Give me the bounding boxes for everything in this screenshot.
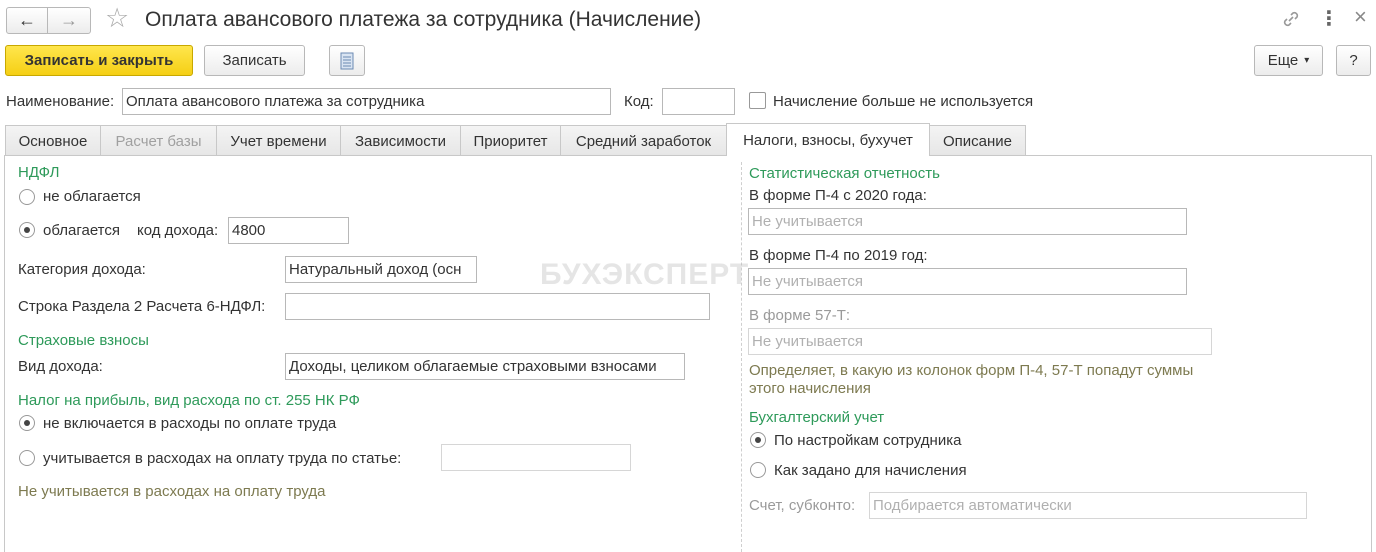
name-input[interactable]: Оплата авансового платежа за сотрудника [122, 88, 611, 115]
tab-priority[interactable]: Приоритет [460, 125, 561, 156]
profit-not-included-label: не включается в расходы по оплате труда [43, 415, 337, 432]
acc-as-set-radio[interactable] [750, 462, 766, 478]
income-type-field[interactable]: Доходы, целиком облагаемые страховыми вз… [285, 353, 685, 380]
accounting-section-title: Бухгалтерский учет [749, 409, 885, 426]
profit-article-field[interactable]: ▼ [441, 444, 631, 471]
back-button[interactable]: ← [6, 7, 48, 34]
income-category-dropdown[interactable]: ▼ [476, 256, 477, 283]
unused-checkbox[interactable] [749, 92, 766, 109]
tab-base-calc[interactable]: Расчет базы [100, 125, 217, 156]
account-dropdown[interactable]: ▼ [1306, 492, 1307, 519]
p4-2020-field[interactable]: Не учитывается ▼ × [748, 208, 1187, 235]
profit-article-dropdown[interactable]: ▼ [630, 444, 631, 471]
help-button[interactable]: ? [1336, 45, 1371, 76]
profit-tax-section-title: Налог на прибыль, вид расхода по ст. 255… [18, 392, 360, 409]
code-input[interactable] [662, 88, 735, 115]
income-code-field[interactable]: 4800 ▼ [228, 217, 349, 244]
acc-as-set-label: Как задано для начисления [774, 462, 967, 479]
tab-dependencies[interactable]: Зависимости [340, 125, 461, 156]
tab-description[interactable]: Описание [929, 125, 1026, 156]
p4-2019-field[interactable]: Не учитывается ▼ × [748, 268, 1187, 295]
ndfl-taxed-label: облагается [43, 222, 121, 239]
p4-2020-dropdown[interactable]: ▼ [1186, 208, 1187, 235]
more-button-label: Еще [1267, 52, 1299, 69]
row-6ndfl-label: Строка Раздела 2 Расчета 6-НДФЛ: [18, 298, 266, 315]
stat-hint: Определяет, в какую из колонок форм П-4,… [749, 362, 1194, 397]
ndfl-not-taxed-label: не облагается [43, 188, 141, 205]
account-field[interactable]: Подбирается автоматически ▼ [869, 492, 1307, 519]
income-type-label: Вид дохода: [18, 358, 103, 375]
acc-by-employee-label: По настройкам сотрудника [774, 432, 962, 449]
ndfl-not-taxed-radio[interactable] [19, 189, 35, 205]
window-title: Оплата авансового платежа за сотрудника … [145, 8, 702, 31]
profit-hint: Не учитывается в расходах на оплату труд… [18, 483, 326, 500]
income-type-dropdown[interactable]: ▼ [684, 353, 685, 380]
close-icon[interactable]: × [1354, 4, 1367, 30]
f57t-dropdown[interactable]: ▼ [1211, 328, 1212, 355]
column-divider [741, 162, 742, 552]
income-category-field[interactable]: Натуральный доход (осн ▼ [285, 256, 477, 283]
tab-main[interactable]: Основное [5, 125, 101, 156]
f57t-label: В форме 57-Т: [749, 307, 851, 324]
account-label: Счет, субконто: [749, 497, 856, 514]
more-button[interactable]: Еще ▾ [1254, 45, 1323, 76]
income-category-label: Категория дохода: [18, 261, 146, 278]
link-icon[interactable] [1281, 9, 1301, 29]
income-type-value: Доходы, целиком облагаемые страховыми вз… [289, 358, 657, 375]
name-label: Наименование: [6, 93, 115, 110]
p4-2019-dropdown[interactable]: ▼ [1186, 268, 1187, 295]
account-placeholder: Подбирается автоматически [873, 497, 1072, 514]
p4-2020-label: В форме П-4 с 2020 года: [749, 187, 927, 204]
save-and-close-button[interactable]: Записать и закрыть [5, 45, 193, 76]
p4-2019-label: В форме П-4 по 2019 год: [749, 247, 928, 264]
more-actions-icon[interactable]: ⋮ [1319, 6, 1339, 31]
row-6ndfl-dropdown[interactable]: ▼ [709, 293, 710, 320]
tab-taxes[interactable]: Налоги, взносы, бухучет [726, 123, 930, 156]
ndfl-section-title: НДФЛ [18, 164, 60, 181]
p4-2020-placeholder: Не учитывается [752, 213, 863, 230]
chevron-down-icon: ▾ [1304, 55, 1310, 66]
profit-included-label: учитывается в расходах на оплату труда п… [43, 450, 402, 467]
profit-included-radio[interactable] [19, 450, 35, 466]
acc-by-employee-radio[interactable] [750, 432, 766, 448]
tab-average-earnings[interactable]: Средний заработок [560, 125, 727, 156]
unused-label: Начисление больше не используется [773, 93, 1034, 110]
stat-section-title: Статистическая отчетность [749, 165, 940, 182]
report-list-button[interactable] [329, 45, 365, 76]
profit-not-included-radio[interactable] [19, 415, 35, 431]
f57t-field[interactable]: Не учитывается ▼ [748, 328, 1212, 355]
document-list-icon [340, 52, 354, 69]
favorite-star-icon[interactable]: ☆ [105, 3, 129, 33]
insurance-section-title: Страховые взносы [18, 332, 149, 349]
forward-button[interactable]: → [47, 7, 91, 34]
code-label: Код: [624, 93, 654, 110]
income-category-value: Натуральный доход (осн [289, 261, 462, 278]
income-code-value: 4800 [232, 222, 266, 239]
f57t-placeholder: Не учитывается [752, 333, 863, 350]
name-value: Оплата авансового платежа за сотрудника [126, 93, 425, 110]
ndfl-taxed-radio[interactable] [19, 222, 35, 238]
watermark: БУХЭКСПЕРТ [540, 258, 750, 291]
save-button[interactable]: Записать [204, 45, 305, 76]
tab-time-accounting[interactable]: Учет времени [216, 125, 341, 156]
p4-2019-placeholder: Не учитывается [752, 273, 863, 290]
row-6ndfl-field[interactable]: ▼ [285, 293, 710, 320]
income-code-label: код дохода: [137, 222, 219, 239]
